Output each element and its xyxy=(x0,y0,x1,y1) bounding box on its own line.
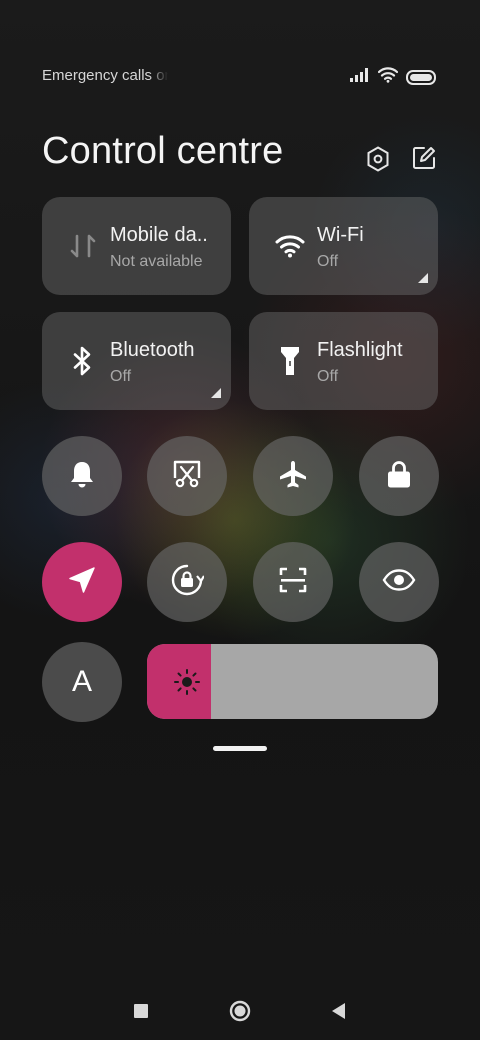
lock-icon xyxy=(386,459,412,494)
tile-flashlight-status: Off xyxy=(317,368,339,385)
toggle-font-size[interactable]: A xyxy=(42,642,122,722)
toggle-silent[interactable] xyxy=(42,436,122,516)
status-bar: Emergency calls only xyxy=(42,64,436,90)
mobile-data-icon xyxy=(68,231,98,261)
scanner-icon xyxy=(278,565,308,600)
tile-wifi[interactable]: Wi-Fi Off xyxy=(249,197,438,295)
battery-icon xyxy=(406,70,436,85)
toggle-reading-mode[interactable] xyxy=(359,542,439,622)
navigation-bar xyxy=(0,990,480,1032)
settings-icon[interactable] xyxy=(366,146,390,172)
status-icons xyxy=(350,67,436,88)
back-icon[interactable] xyxy=(327,1000,349,1022)
tile-mobile-data[interactable]: Mobile da.. Not available xyxy=(42,197,231,295)
page-title: Control centre xyxy=(42,130,284,172)
location-icon xyxy=(68,566,96,599)
toggle-rotation-lock[interactable] xyxy=(147,542,227,622)
drag-handle[interactable] xyxy=(213,746,267,751)
bluetooth-icon xyxy=(68,346,98,376)
wifi-status-icon xyxy=(377,67,399,88)
home-icon[interactable] xyxy=(229,1000,251,1022)
rotation-lock-icon xyxy=(170,563,205,602)
bell-icon xyxy=(68,459,96,494)
screenshot-icon xyxy=(172,459,202,494)
tile-wifi-label: Wi-Fi xyxy=(317,224,364,246)
flashlight-icon xyxy=(275,346,305,376)
tile-mobile-data-label: Mobile da.. xyxy=(110,224,208,246)
font-icon: A xyxy=(71,665,92,698)
expand-corner-icon[interactable] xyxy=(211,388,221,398)
toggle-lock-screen[interactable] xyxy=(359,436,439,516)
tile-mobile-data-status: Not available xyxy=(110,253,203,270)
status-text: Emergency calls only xyxy=(42,67,168,84)
toggle-scanner[interactable] xyxy=(253,542,333,622)
toggle-airplane-mode[interactable] xyxy=(253,436,333,516)
tile-bluetooth-label: Bluetooth xyxy=(110,339,195,361)
expand-corner-icon[interactable] xyxy=(418,273,428,283)
tile-wifi-status: Off xyxy=(317,253,339,270)
tile-flashlight-label: Flashlight xyxy=(317,339,403,361)
toggle-screenshot[interactable] xyxy=(147,436,227,516)
edit-icon[interactable] xyxy=(412,146,436,172)
tile-bluetooth-status: Off xyxy=(110,368,132,385)
airplane-icon xyxy=(278,459,308,494)
tile-flashlight[interactable]: Flashlight Off xyxy=(249,312,438,410)
recents-icon[interactable] xyxy=(130,1000,152,1022)
toggle-location[interactable] xyxy=(42,542,122,622)
signal-icon xyxy=(350,68,370,87)
tile-bluetooth[interactable]: Bluetooth Off xyxy=(42,312,231,410)
header-actions xyxy=(366,146,436,172)
brightness-slider[interactable] xyxy=(147,644,438,719)
eye-icon xyxy=(382,568,416,596)
wifi-icon xyxy=(275,231,305,261)
header: Control centre xyxy=(42,126,438,176)
sun-icon xyxy=(173,668,201,701)
